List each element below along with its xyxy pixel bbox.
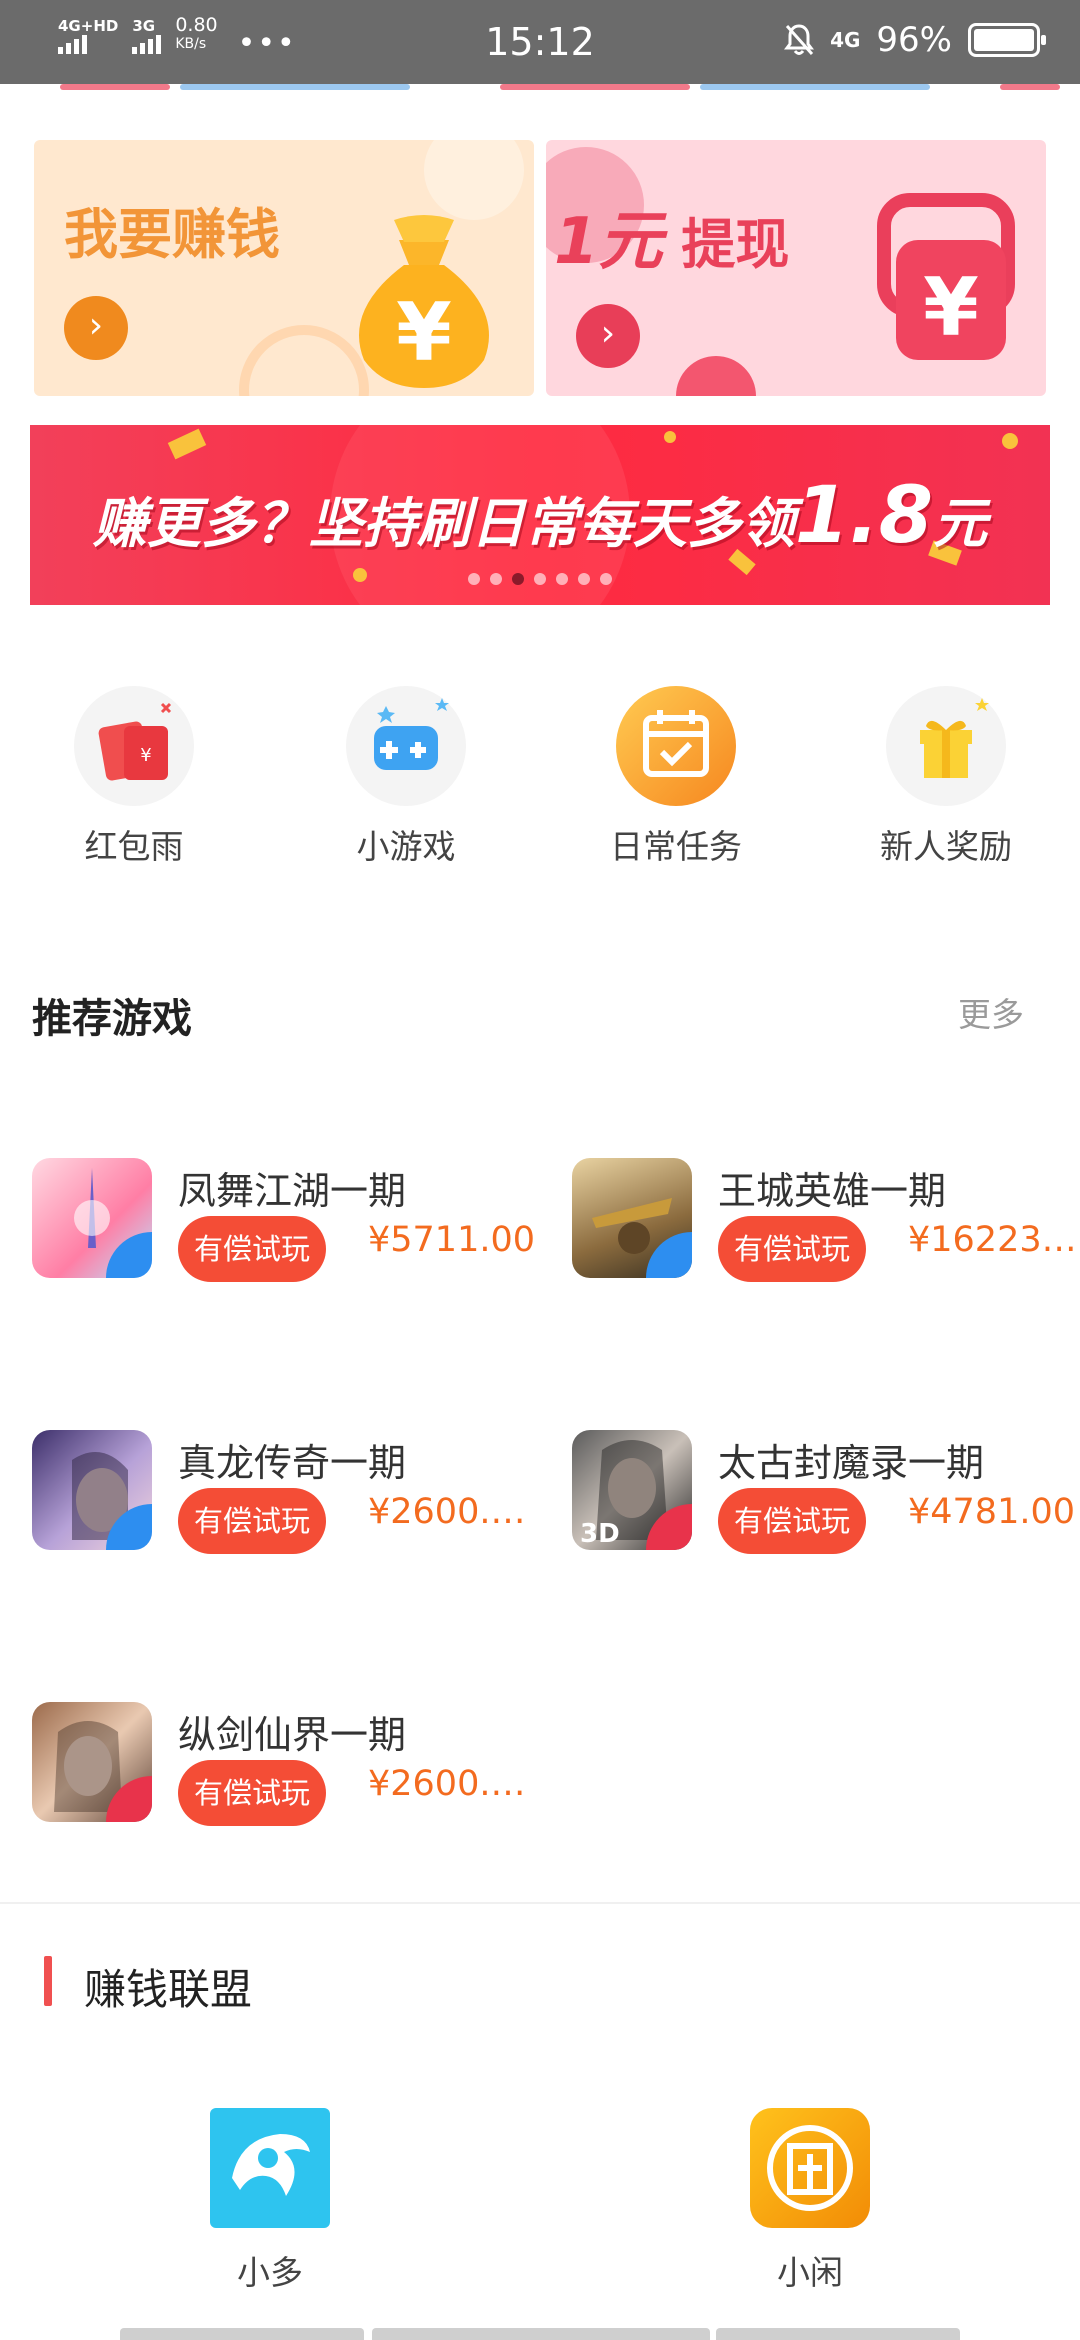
game-price: ¥4781.00 — [908, 1492, 1076, 1532]
paid-trial-tag[interactable]: 有偿试玩 — [718, 1216, 867, 1282]
red-envelope-icon: ¥ — [74, 686, 194, 806]
alliance-app-xiaoxian[interactable]: 小闲 — [710, 2108, 910, 2294]
status-bar: 4G+HD 3G 0.80 KB/s ••• 15:12 4G 96% — [0, 0, 1080, 84]
quick-label: 小游戏 — [356, 827, 456, 866]
earn-money-card[interactable]: 我要赚钱 › ¥ — [34, 140, 534, 396]
marquee-strip — [0, 84, 1080, 100]
carousel-dot[interactable] — [578, 573, 590, 585]
mute-bell-icon — [784, 24, 815, 55]
battery-percent: 96% — [876, 20, 952, 60]
game-item[interactable]: 真龙传奇一期 有偿试玩 ¥2600.… — [32, 1430, 552, 1560]
money-bag-icon: ¥ — [359, 215, 489, 388]
game-name: 凤舞江湖一期 — [178, 1169, 407, 1213]
carousel-dot[interactable] — [490, 573, 502, 585]
paid-trial-tag[interactable]: 有偿试玩 — [178, 1488, 327, 1554]
dolphin-icon — [210, 2108, 330, 2228]
game-icon — [572, 1158, 692, 1278]
game-item[interactable]: 3D 太古封魔录一期 有偿试玩 ¥4781.00 — [572, 1430, 1080, 1560]
withdraw-card[interactable]: 1元 提现 › ¥ — [546, 140, 1046, 396]
carousel-dot[interactable] — [556, 573, 568, 585]
game-item[interactable]: 纵剑仙界一期 有偿试玩 ¥2600.… — [32, 1702, 552, 1832]
svg-text:3D: 3D — [580, 1519, 620, 1549]
earning-alliance-title: 赚钱联盟 — [84, 1965, 253, 2014]
quick-actions: ¥ 红包雨 小游戏 日常任务 新人奖励 — [0, 686, 1080, 866]
promo-banner[interactable]: 赚更多？坚持刷日常每天多领1.8元 — [30, 425, 1050, 605]
paid-trial-tag[interactable]: 有偿试玩 — [718, 1488, 867, 1554]
gamepad-icon — [346, 686, 466, 806]
carousel-dot[interactable] — [534, 573, 546, 585]
quick-label: 红包雨 — [84, 827, 184, 866]
carousel-dot[interactable] — [600, 573, 612, 585]
recommended-games-title: 推荐游戏 — [32, 996, 192, 1042]
alliance-app-label: 小闲 — [777, 2253, 843, 2292]
wallet-icon: ¥ — [877, 193, 1015, 360]
banner-text: 赚更多？坚持刷日常每天多领 — [92, 492, 795, 555]
quick-label: 新人奖励 — [880, 827, 1012, 866]
gift-icon — [886, 686, 1006, 806]
quick-item-red-packet-rain[interactable]: ¥ 红包雨 — [34, 686, 234, 868]
paid-trial-tag[interactable]: 有偿试玩 — [178, 1216, 327, 1282]
quick-label: 日常任务 — [610, 827, 742, 866]
quick-item-daily-tasks[interactable]: 日常任务 — [576, 686, 776, 868]
game-icon — [32, 1430, 152, 1550]
game-name: 太古封魔录一期 — [718, 1441, 985, 1485]
earn-card-title: 我要赚钱 — [64, 203, 280, 266]
battery-icon — [968, 23, 1046, 57]
game-name: 真龙传奇一期 — [178, 1441, 407, 1485]
alliance-app-label: 小多 — [237, 2253, 303, 2292]
xian-app-icon — [750, 2108, 870, 2228]
banner-unit: 元 — [933, 492, 988, 555]
chevron-right-icon[interactable]: › — [64, 296, 128, 360]
quick-item-mini-games[interactable]: 小游戏 — [306, 686, 506, 868]
svg-text:¥: ¥ — [396, 286, 452, 379]
section-divider — [0, 1902, 1080, 1904]
game-icon — [32, 1702, 152, 1822]
paid-trial-tag[interactable]: 有偿试玩 — [178, 1760, 327, 1826]
game-price: ¥5711.00 — [368, 1220, 536, 1260]
bottom-nav-edge — [0, 2328, 1080, 2340]
game-icon — [32, 1158, 152, 1278]
status-right: 4G 96% — [784, 20, 1046, 60]
carousel-dot[interactable] — [512, 573, 524, 585]
game-item[interactable]: 凤舞江湖一期 有偿试玩 ¥5711.00 — [32, 1158, 552, 1288]
carousel-dot[interactable] — [468, 573, 480, 585]
game-price: ¥16223… — [908, 1220, 1077, 1260]
chevron-right-icon[interactable]: › — [576, 304, 640, 368]
game-price: ¥2600.… — [368, 1492, 526, 1532]
game-name: 王城英雄一期 — [718, 1169, 947, 1213]
withdraw-text: 提现 — [681, 213, 790, 276]
banner-amount: 1.8 — [794, 471, 934, 561]
network-right: 4G — [830, 28, 861, 52]
game-name: 纵剑仙界一期 — [178, 1713, 407, 1757]
calendar-check-icon — [616, 686, 736, 806]
quick-item-newcomer-reward[interactable]: 新人奖励 — [846, 686, 1046, 868]
carousel-indicator — [30, 573, 1050, 585]
more-link[interactable]: 更多 — [958, 988, 1024, 1036]
banner-headline: 赚更多？坚持刷日常每天多领1.8元 — [30, 471, 1050, 561]
svg-text:¥: ¥ — [923, 261, 979, 354]
game-price: ¥2600.… — [368, 1764, 526, 1804]
alliance-app-xiaoduo[interactable]: 小多 — [170, 2108, 370, 2294]
game-item[interactable]: 王城英雄一期 有偿试玩 ¥16223… — [572, 1158, 1080, 1288]
withdraw-card-title: 1元 提现 — [554, 190, 789, 282]
withdraw-amount: 1元 — [554, 205, 663, 279]
section-accent-bar — [44, 1956, 52, 2006]
svg-text:¥: ¥ — [140, 745, 151, 766]
game-icon: 3D — [572, 1430, 692, 1550]
